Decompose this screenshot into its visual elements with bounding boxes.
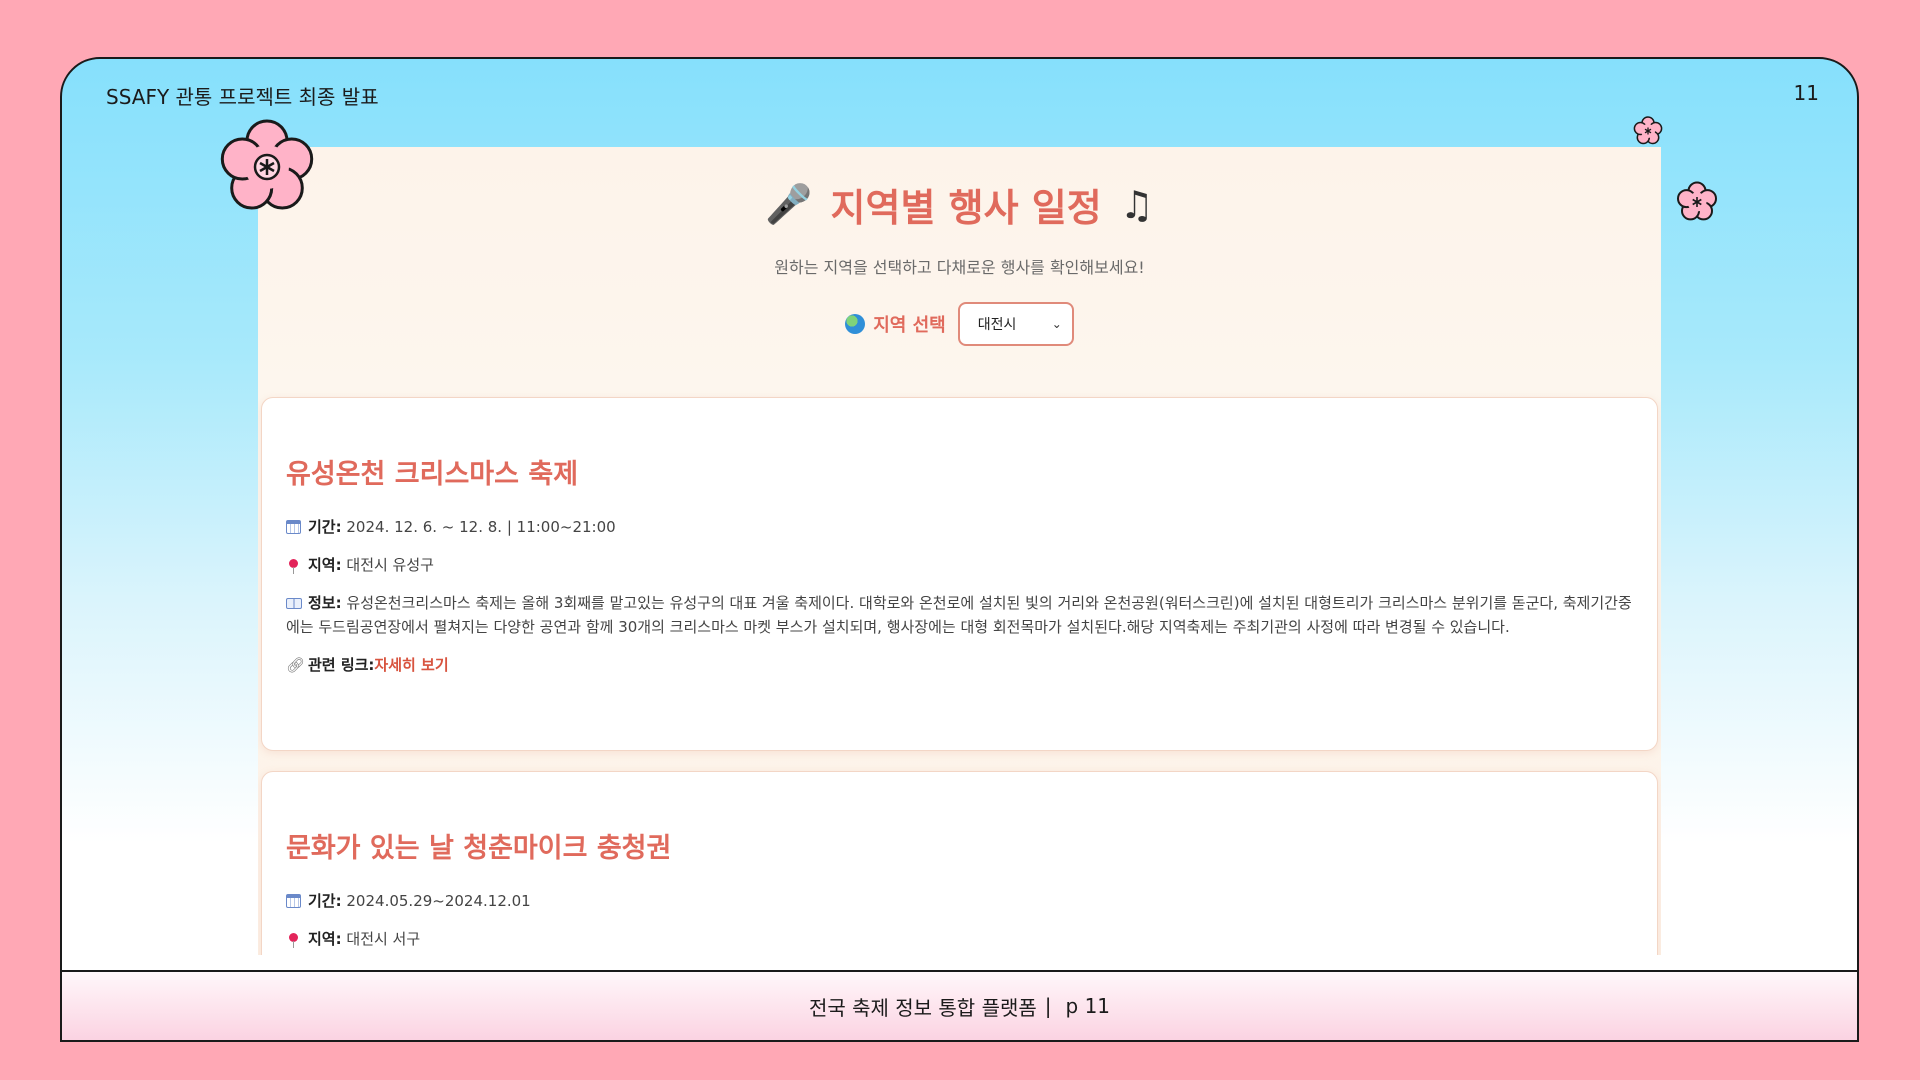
page-subtitle: 원하는 지역을 선택하고 다채로운 행사를 확인해보세요! (774, 258, 1145, 277)
region-selector-row: 지역 선택 대전시 ⌄ (258, 302, 1661, 346)
event-info-value: 유성온천크리스마스 축제는 올해 3회째를 맡고있는 유성구의 대표 겨울 축제… (286, 594, 1632, 636)
event-region: 지역: 대전시 서구 (286, 927, 1633, 951)
link-icon: 🔗︎ (286, 656, 306, 674)
microphone-icon: 🎤 (765, 182, 813, 226)
event-card: 문화가 있는 날 청춘마이크 충청권 기간: 2024.05.29~2024.1… (261, 771, 1658, 955)
event-title: 문화가 있는 날 청춘마이크 충청권 (286, 833, 672, 864)
page-header: 🎤 지역별 행사 일정 ♫ 원하는 지역을 선택하고 다채로운 행사를 확인해보… (258, 147, 1661, 346)
footer-text: 전국 축제 정보 통합 플랫폼 (808, 995, 1037, 1020)
event-link: 🔗︎ 관련 링크:자세히 보기 (286, 653, 1633, 677)
region-label-text: 지역 선택 (873, 315, 946, 336)
footer-separator: | (1044, 994, 1052, 1018)
page-title: 🎤 지역별 행사 일정 ♫ (258, 177, 1661, 232)
event-period-value: 2024.05.29~2024.12.01 (346, 892, 531, 910)
slide-title: SSAFY 관통 프로젝트 최종 발표 (106, 85, 379, 109)
event-period-value: 2024. 12. 6. ~ 12. 8. | 11:00~21:00 (346, 518, 616, 536)
webpage-screenshot: 🎤 지역별 행사 일정 ♫ 원하는 지역을 선택하고 다채로운 행사를 확인해보… (258, 147, 1661, 955)
flower-icon (220, 119, 314, 210)
event-title: 유성온천 크리스마스 축제 (286, 459, 579, 490)
calendar-icon (286, 520, 301, 534)
region-select[interactable]: 대전시 ⌄ (957, 302, 1074, 346)
chevron-down-icon: ⌄ (1051, 317, 1062, 331)
region-label: 지역 선택 (845, 311, 946, 337)
pin-icon (289, 933, 298, 948)
event-card: 유성온천 크리스마스 축제 기간: 2024. 12. 6. ~ 12. 8. … (261, 397, 1658, 751)
globe-icon (845, 314, 866, 334)
footer-page: p 11 (1065, 994, 1111, 1018)
event-period: 기간: 2024. 12. 6. ~ 12. 8. | 11:00~21:00 (286, 515, 1633, 539)
event-info: 정보: 유성온천크리스마스 축제는 올해 3회째를 맡고있는 유성구의 대표 겨… (286, 591, 1633, 639)
region-select-value: 대전시 (977, 317, 1017, 333)
flower-icon (1633, 116, 1663, 145)
event-region-label: 지역: (308, 556, 342, 574)
event-period-label: 기간: (308, 892, 342, 910)
page-title-text: 지역별 행사 일정 (830, 186, 1102, 230)
event-detail-link[interactable]: 자세히 보기 (374, 656, 448, 674)
slide-footer: 전국 축제 정보 통합 플랫폼 | p 11 (62, 970, 1857, 1040)
event-period-label: 기간: (308, 518, 342, 536)
event-region-label: 지역: (308, 930, 342, 948)
event-region: 지역: 대전시 유성구 (286, 553, 1633, 577)
book-icon (286, 598, 302, 609)
event-region-value: 대전시 서구 (346, 930, 421, 948)
event-link-label: 관련 링크: (308, 656, 375, 674)
slide-frame: SSAFY 관통 프로젝트 최종 발표 11 🎤 지역별 행사 일정 ♫ 원하는… (60, 57, 1859, 1042)
event-period: 기간: 2024.05.29~2024.12.01 (286, 889, 1633, 913)
pin-icon (289, 559, 298, 574)
music-note-icon: ♫ (1119, 182, 1154, 227)
event-info-label: 정보: (308, 594, 342, 612)
flower-icon (1677, 181, 1717, 221)
calendar-icon (286, 894, 301, 908)
slide-number: 11 (1793, 81, 1819, 105)
event-region-value: 대전시 유성구 (346, 556, 434, 574)
